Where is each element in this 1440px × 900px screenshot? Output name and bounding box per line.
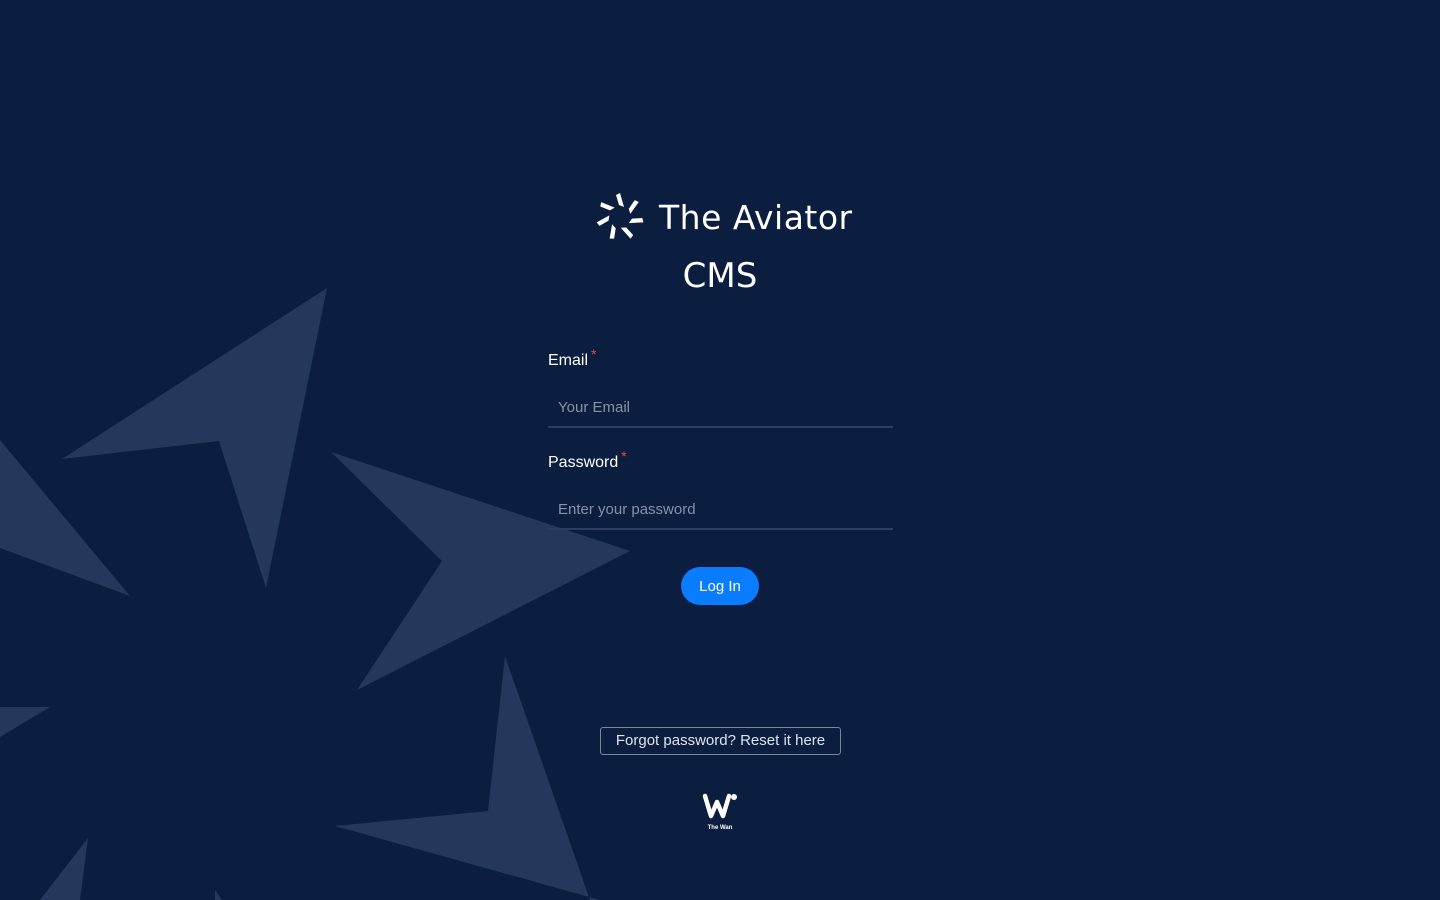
brand-logo: The Aviator xyxy=(595,190,853,244)
password-field-group: Password * xyxy=(548,448,893,530)
footer-logo-text: The Wan xyxy=(707,825,733,831)
password-input[interactable] xyxy=(548,490,893,530)
password-required-mark: * xyxy=(621,448,627,464)
forgot-password-button[interactable]: Forgot password? Reset it here xyxy=(600,727,841,755)
login-content: The Aviator CMS Email* Password* Log In … xyxy=(0,0,1440,900)
login-form: Email* Password* xyxy=(548,346,893,530)
email-input[interactable] xyxy=(548,388,893,428)
login-button[interactable]: Log In xyxy=(681,567,759,605)
login-page: The Aviator CMS Email* Password* Log In … xyxy=(0,0,1440,900)
password-label: Password xyxy=(548,454,619,471)
email-required-mark: * xyxy=(591,346,597,362)
email-field-group: Email * xyxy=(548,346,893,428)
footer-logo: The Wan xyxy=(700,792,740,834)
brand-name: The Aviator xyxy=(659,197,853,237)
the-wan-logo-icon xyxy=(702,793,737,819)
email-label: Email xyxy=(548,352,589,369)
page-subtitle: CMS xyxy=(682,256,758,296)
aviator-star-icon xyxy=(596,193,644,239)
